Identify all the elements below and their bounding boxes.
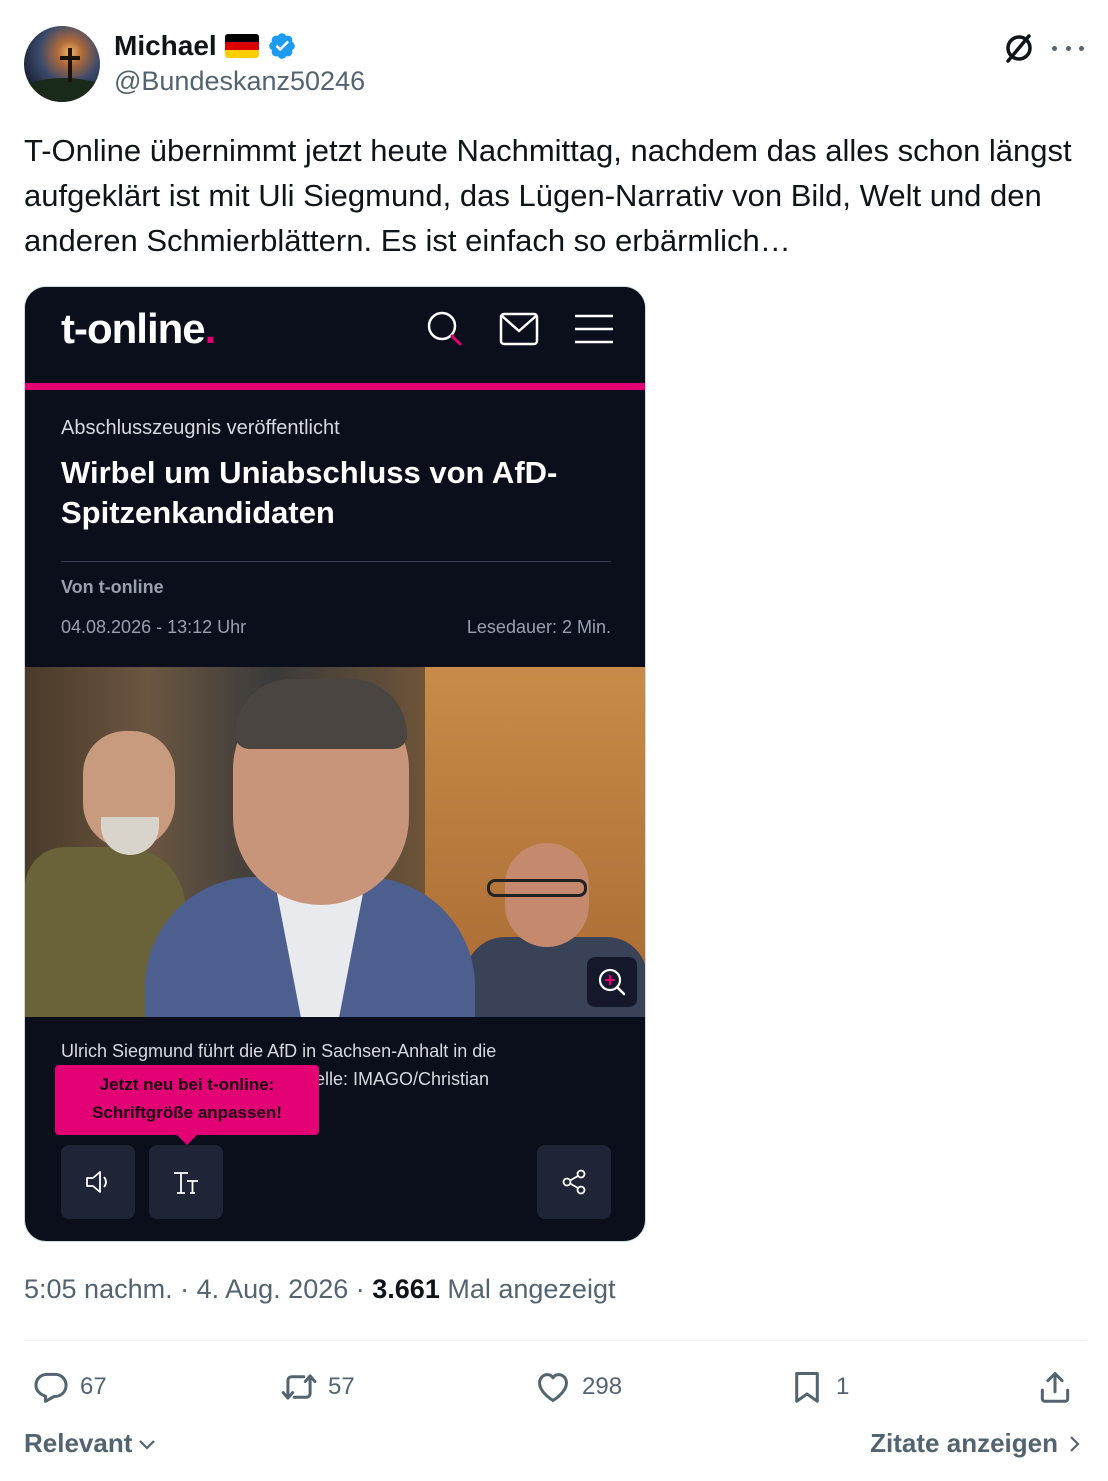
author-name[interactable]: Michael	[114, 30, 217, 62]
bookmark-icon	[795, 1372, 819, 1403]
retweet-icon	[281, 1374, 317, 1400]
share-icon	[1040, 1372, 1070, 1403]
sort-dropdown[interactable]: Relevant	[24, 1428, 158, 1459]
tweet-header: Michael @Bundeskanz50246	[24, 24, 1084, 104]
tweet-date[interactable]: 4. Aug. 2026	[197, 1274, 349, 1304]
like-button[interactable]: 298	[534, 1362, 622, 1412]
audio-button	[61, 1145, 135, 1219]
author-name-row: Michael	[114, 30, 297, 62]
retweet-count: 57	[328, 1373, 355, 1400]
zoom-in-icon	[587, 957, 637, 1007]
hamburger-menu-icon	[575, 314, 613, 344]
heart-icon	[538, 1373, 568, 1402]
chevron-down-icon	[139, 1439, 156, 1450]
chevron-right-icon	[1070, 1435, 1080, 1452]
quotes-label: Zitate anzeigen	[870, 1428, 1058, 1458]
reply-icon	[34, 1372, 68, 1403]
verified-badge-icon	[268, 33, 295, 59]
share-button[interactable]	[1036, 1362, 1074, 1412]
germany-flag-icon	[224, 34, 259, 58]
t-online-logo: t-online.	[61, 305, 216, 352]
share-nodes-icon	[562, 1169, 586, 1195]
article-share-button	[537, 1145, 611, 1219]
tweet-meta: 5:05 nachm. · 4. Aug. 2026 · 3.661 Mal a…	[24, 1274, 616, 1304]
bookmark-count: 1	[836, 1373, 850, 1400]
sort-label: Relevant	[24, 1428, 133, 1458]
font-size-button	[149, 1145, 223, 1219]
author-handle[interactable]: @Bundeskanz50246	[114, 66, 365, 97]
bookmark-button[interactable]: 1	[788, 1362, 849, 1412]
reply-button[interactable]: 67	[32, 1362, 107, 1412]
t-online-header-bar: t-online.	[25, 287, 645, 383]
article-kicker: Abschlusszeugnis veröffentlicht	[61, 417, 340, 439]
grok-icon[interactable]	[999, 28, 1039, 68]
font-size-tooltip: Jetzt neu bei t-online: Schriftgröße anp…	[55, 1065, 319, 1145]
article-photo	[25, 667, 645, 1017]
tweet-time[interactable]: 5:05 nachm.	[24, 1274, 173, 1304]
like-count: 298	[582, 1373, 623, 1400]
text-size-icon	[174, 1172, 198, 1194]
retweet-button[interactable]: 57	[280, 1362, 355, 1412]
divider	[61, 561, 611, 562]
reply-count: 67	[80, 1373, 107, 1400]
article-date: 04.08.2026 - 13:12 Uhr	[61, 617, 247, 637]
action-bar: 67 57 298 1	[24, 1362, 1086, 1412]
view-label: Mal angezeigt	[447, 1274, 616, 1304]
article-author: Von t-online	[61, 577, 164, 597]
article-read-time: Lesedauer: 2 Min.	[466, 617, 611, 637]
accent-bar	[25, 383, 645, 390]
more-icon[interactable]	[1052, 32, 1084, 64]
search-icon	[427, 311, 462, 346]
view-count: 3.661	[372, 1274, 440, 1304]
avatar[interactable]	[24, 26, 100, 102]
view-quotes-link[interactable]: Zitate anzeigen	[870, 1428, 1084, 1459]
tweet-media-image[interactable]: t-online. Abschlusszeugnis veröffentlich…	[24, 286, 646, 1242]
divider	[24, 1340, 1086, 1341]
tweet-text: T-Online übernimmt jetzt heute Nachmitta…	[24, 133, 1072, 258]
speaker-icon	[86, 1171, 107, 1193]
article-headline: Wirbel um Uniabschluss von AfD-Spitzenka…	[61, 455, 558, 530]
mail-icon	[499, 312, 539, 346]
